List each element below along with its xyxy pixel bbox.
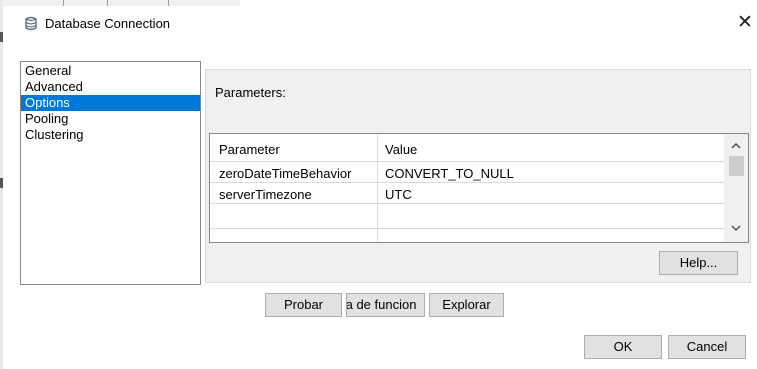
- close-button[interactable]: ✕: [734, 12, 756, 34]
- background-window-strip: [0, 0, 240, 6]
- category-options[interactable]: Options: [21, 95, 200, 111]
- funciones-button[interactable]: ta de funcion: [346, 293, 425, 317]
- background-window-edge: [0, 0, 3, 369]
- database-connection-dialog: Database Connection ✕ General Advanced O…: [0, 0, 757, 369]
- close-icon: ✕: [737, 12, 753, 33]
- value-cell[interactable]: CONVERT_TO_NULL: [385, 166, 514, 182]
- ok-button[interactable]: OK: [584, 335, 662, 359]
- category-advanced[interactable]: Advanced: [21, 79, 200, 95]
- category-pooling[interactable]: Pooling: [21, 111, 200, 127]
- grid-scrollbar[interactable]: [724, 134, 748, 242]
- parameter-cell[interactable]: zeroDateTimeBehavior: [219, 166, 351, 182]
- parameter-cell[interactable]: serverTimezone: [219, 187, 312, 203]
- column-header-value[interactable]: Value: [385, 142, 417, 158]
- cancel-button[interactable]: Cancel: [668, 335, 746, 359]
- help-button[interactable]: Help...: [659, 251, 738, 275]
- dialog-title: Database Connection: [45, 16, 171, 31]
- category-list[interactable]: General Advanced Options Pooling Cluster…: [20, 61, 201, 285]
- explorar-button[interactable]: Explorar: [429, 293, 504, 317]
- probar-button[interactable]: Probar: [265, 293, 342, 317]
- chevron-down-icon[interactable]: [730, 222, 742, 234]
- column-header-parameter[interactable]: Parameter: [219, 142, 280, 158]
- scrollbar-thumb[interactable]: [729, 156, 744, 176]
- category-clustering[interactable]: Clustering: [21, 127, 200, 143]
- category-general[interactable]: General: [21, 63, 200, 79]
- value-cell[interactable]: UTC: [385, 187, 412, 203]
- parameters-grid[interactable]: Parameter Value zeroDateTimeBehavior CON…: [209, 133, 749, 243]
- database-icon: [25, 16, 37, 31]
- parameters-label: Parameters:: [215, 85, 286, 100]
- chevron-up-icon[interactable]: [730, 140, 742, 152]
